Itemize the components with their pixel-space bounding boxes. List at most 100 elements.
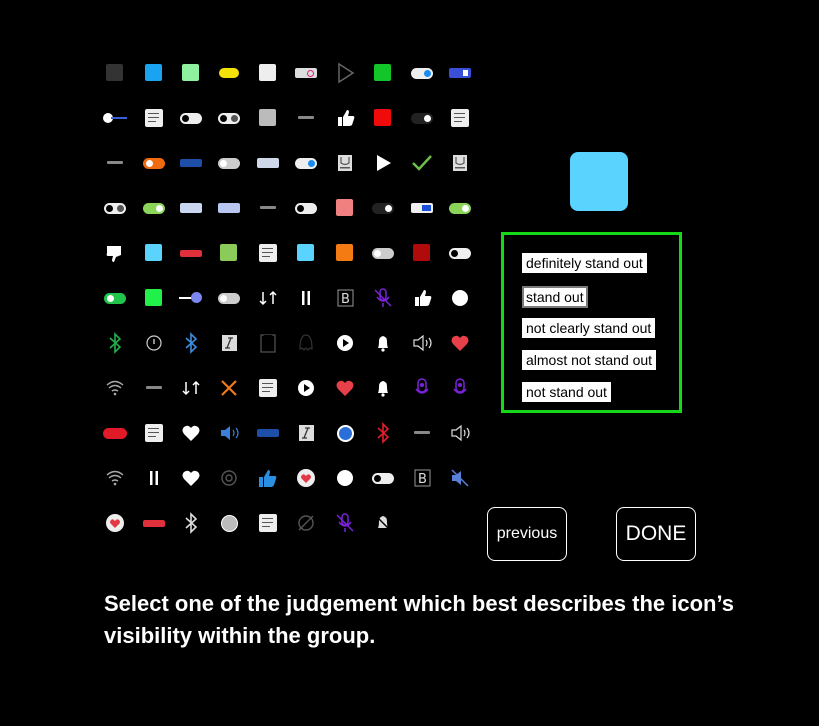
bell-icon bbox=[367, 327, 399, 359]
judgement-options-panel: definitely stand out stand out not clear… bbox=[501, 232, 682, 413]
label-tiny-icon bbox=[290, 102, 322, 134]
toggle-gray-icon bbox=[213, 282, 245, 314]
pill-yellow-icon bbox=[213, 57, 245, 89]
eye-off-icon bbox=[290, 507, 322, 539]
speaker-blue-icon bbox=[213, 417, 245, 449]
toggle-white-icon bbox=[367, 462, 399, 494]
square-gray-icon bbox=[252, 102, 284, 134]
pill-red-label-icon bbox=[138, 507, 170, 539]
icon-grid: BB bbox=[0, 0, 490, 560]
snapchat-icon bbox=[290, 327, 322, 359]
square-blue-icon bbox=[138, 57, 170, 89]
toggle-white-off-icon bbox=[213, 102, 245, 134]
eye-icon bbox=[213, 462, 245, 494]
mic-purple-icon bbox=[444, 372, 476, 404]
option-stand-out[interactable]: stand out bbox=[522, 286, 588, 308]
pause-icon bbox=[290, 282, 322, 314]
toggle-white-icon bbox=[444, 237, 476, 269]
bell-icon bbox=[367, 372, 399, 404]
pill-pink-knob-icon bbox=[290, 57, 322, 89]
toggle-blue-on-icon bbox=[290, 147, 322, 179]
bold-b-icon: B bbox=[406, 462, 438, 494]
toggle-lime-icon bbox=[138, 192, 170, 224]
slider-purple-icon bbox=[175, 282, 207, 314]
bluetooth-white-icon bbox=[175, 507, 207, 539]
heart-circle-icon bbox=[99, 507, 131, 539]
bluetooth-green-icon bbox=[99, 327, 131, 359]
bluetooth-blue-icon bbox=[175, 327, 207, 359]
pill-blue-label-icon bbox=[252, 417, 284, 449]
slider-knob-icon bbox=[99, 102, 131, 134]
mic-purple-icon bbox=[406, 372, 438, 404]
pill-red-label-icon bbox=[175, 237, 207, 269]
bold-b-icon: B bbox=[329, 282, 361, 314]
label-tiny-icon bbox=[252, 192, 284, 224]
square-red-icon bbox=[367, 102, 399, 134]
option-not-stand-out[interactable]: not stand out bbox=[522, 382, 611, 402]
heart-red-icon bbox=[444, 327, 476, 359]
label-tiny-icon bbox=[99, 147, 131, 179]
thumbs-up-icon bbox=[406, 282, 438, 314]
wifi-icon bbox=[99, 372, 131, 404]
mic-off-icon bbox=[367, 282, 399, 314]
thumbs-down-icon bbox=[99, 237, 131, 269]
document-icon bbox=[138, 417, 170, 449]
svg-text:B: B bbox=[418, 472, 427, 487]
option-definitely-stand-out[interactable]: definitely stand out bbox=[522, 253, 647, 273]
square-dark-icon bbox=[99, 57, 131, 89]
toggle-blue-on-icon bbox=[406, 57, 438, 89]
italic-icon bbox=[213, 327, 245, 359]
speaker-icon bbox=[444, 417, 476, 449]
svg-text:B: B bbox=[341, 292, 350, 307]
toggle-white-icon bbox=[290, 192, 322, 224]
toggle-green-icon bbox=[99, 282, 131, 314]
square-green-icon bbox=[367, 57, 399, 89]
pause-icon bbox=[138, 462, 170, 494]
square-darkred-icon bbox=[406, 237, 438, 269]
bell-off-icon bbox=[367, 507, 399, 539]
toggle-dark-icon bbox=[367, 192, 399, 224]
document-icon bbox=[444, 102, 476, 134]
document-icon bbox=[252, 507, 284, 539]
document-icon bbox=[252, 372, 284, 404]
heart-red-icon bbox=[329, 372, 361, 404]
toggle-white-off-icon bbox=[99, 192, 131, 224]
heart-white-icon bbox=[175, 417, 207, 449]
play-circle-icon bbox=[329, 327, 361, 359]
toggle-gray-icon bbox=[213, 147, 245, 179]
play-circle-icon bbox=[290, 372, 322, 404]
instruction-text: Select one of the judgement which best d… bbox=[104, 591, 734, 648]
toggle-white-icon bbox=[175, 102, 207, 134]
square-orange-icon bbox=[329, 237, 361, 269]
previous-button[interactable]: previous bbox=[487, 507, 567, 561]
close-orange-icon bbox=[213, 372, 245, 404]
circle-white-icon bbox=[444, 282, 476, 314]
label-tiny-icon bbox=[406, 417, 438, 449]
pill-blue-label-icon bbox=[175, 147, 207, 179]
toggle-lime-icon bbox=[444, 192, 476, 224]
toggle-gray-icon bbox=[367, 237, 399, 269]
thumbs-up-icon bbox=[329, 102, 361, 134]
italic-icon bbox=[290, 417, 322, 449]
refresh-icon bbox=[252, 282, 284, 314]
done-button[interactable]: DONE bbox=[616, 507, 696, 561]
cup-icon bbox=[444, 147, 476, 179]
option-almost-not-stand-out[interactable]: almost not stand out bbox=[522, 350, 657, 370]
toggle-orange-icon bbox=[138, 147, 170, 179]
pill-rect-gray-icon bbox=[213, 192, 245, 224]
timer-icon bbox=[138, 327, 170, 359]
document-icon bbox=[252, 237, 284, 269]
thumbs-blue-icon bbox=[252, 462, 284, 494]
bluetooth-red-icon bbox=[367, 417, 399, 449]
label-tiny-icon bbox=[138, 372, 170, 404]
play-white-icon bbox=[367, 147, 399, 179]
circle-blue-icon bbox=[329, 417, 361, 449]
square-brightgreen-icon bbox=[138, 282, 170, 314]
square-sky-icon bbox=[138, 237, 170, 269]
play-outline-icon bbox=[329, 57, 361, 89]
target-icon-preview bbox=[570, 152, 628, 211]
speaker-icon bbox=[406, 327, 438, 359]
option-not-clearly-stand-out[interactable]: not clearly stand out bbox=[522, 318, 656, 338]
square-sky-icon bbox=[290, 237, 322, 269]
circle-white-icon bbox=[329, 462, 361, 494]
